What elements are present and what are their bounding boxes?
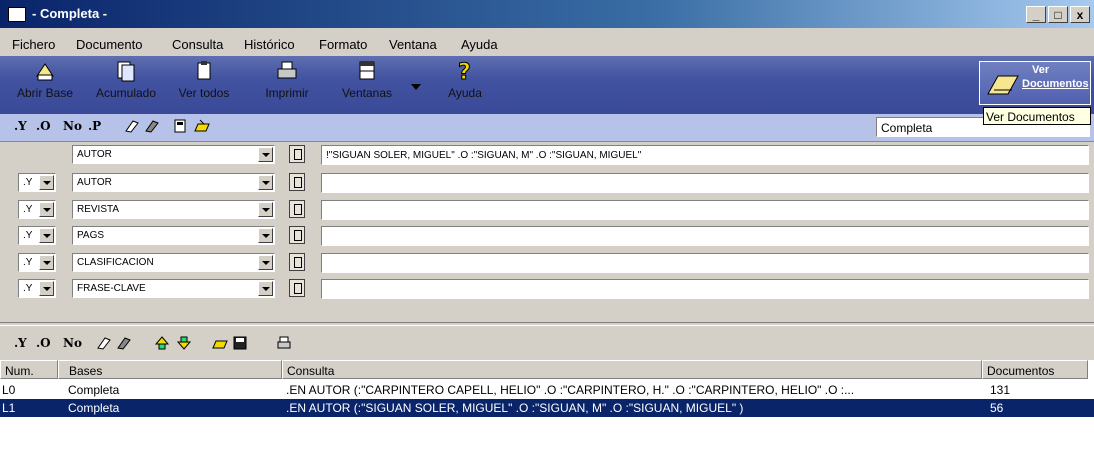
eraser-icon[interactable] — [96, 336, 112, 350]
title-bar: - Completa - _ □ x — [0, 0, 1094, 28]
calculator-icon[interactable] — [172, 119, 188, 133]
clipboard-icon[interactable] — [289, 253, 305, 271]
folder-open-icon[interactable] — [212, 336, 228, 350]
ver-documentos-button[interactable]: Ver Documentos — [979, 61, 1091, 105]
menu-ventana[interactable]: Ventana — [389, 37, 437, 52]
operators-toolbar: .Y .O No .P Completa — [0, 114, 1094, 142]
ver-documentos-tooltip: Ver Documentos — [983, 107, 1091, 125]
op-y-button[interactable]: .Y — [14, 119, 27, 133]
table-row-selected[interactable]: L1 Completa .EN AUTOR (:"SIGUAN SOLER, M… — [0, 399, 1094, 417]
field-select-1[interactable]: AUTOR — [72, 145, 275, 164]
app-icon[interactable] — [8, 7, 26, 22]
table-row[interactable]: L0 Completa .EN AUTOR (:"CARPINTERO CAPE… — [0, 381, 1094, 399]
menu-consulta[interactable]: Consulta — [172, 37, 223, 52]
query-value-1[interactable]: !"SIGUAN SOLER, MIGUEL" .O :"SIGUAN, M" … — [321, 145, 1089, 165]
main-toolbar: Abrir Base Acumulado Ver todos Imprimir … — [0, 56, 1094, 114]
hist-op-y-button[interactable]: .Y — [14, 336, 27, 350]
chevron-down-icon[interactable] — [258, 255, 273, 270]
move-up-icon[interactable] — [154, 336, 170, 350]
clipboard-icon[interactable] — [289, 200, 305, 218]
svg-text:?: ? — [458, 60, 471, 82]
ventanas-dropdown-arrow[interactable] — [408, 80, 424, 94]
operator-select-5[interactable]: .Y — [18, 253, 56, 272]
op-p-button[interactable]: .P — [88, 119, 101, 133]
query-value-2[interactable] — [321, 173, 1089, 193]
hist-op-no-button[interactable]: No — [63, 336, 82, 350]
col-header-num[interactable]: Num. — [0, 360, 58, 379]
divider — [0, 322, 1094, 326]
query-value-4[interactable] — [321, 226, 1089, 246]
menu-documento[interactable]: Documento — [76, 37, 142, 52]
acumulado-button[interactable]: Acumulado — [88, 60, 164, 100]
clipboard-icon[interactable] — [289, 173, 305, 191]
documents-icon — [115, 60, 137, 82]
abrir-base-button[interactable]: Abrir Base — [14, 60, 76, 100]
col-header-bases[interactable]: Bases — [58, 360, 282, 379]
ayuda-button[interactable]: ? Ayuda — [440, 60, 490, 101]
imprimir-button[interactable]: Imprimir — [256, 60, 318, 100]
history-toolbar: .Y .O No — [0, 330, 1094, 354]
chevron-down-icon[interactable] — [258, 147, 273, 162]
col-header-documentos[interactable]: Documentos — [982, 360, 1088, 379]
minimize-button[interactable]: _ — [1026, 6, 1046, 23]
chevron-down-icon[interactable] — [39, 202, 54, 217]
clipboard-icon[interactable] — [289, 226, 305, 244]
query-value-6[interactable] — [321, 279, 1089, 299]
field-select-3[interactable]: REVISTA — [72, 200, 275, 219]
query-value-3[interactable] — [321, 200, 1089, 220]
menu-ayuda[interactable]: Ayuda — [461, 37, 498, 52]
eraser-all-icon[interactable] — [116, 336, 132, 350]
menu-historico[interactable]: Histórico — [244, 37, 295, 52]
close-button[interactable]: x — [1070, 6, 1090, 23]
operator-select-2[interactable]: .Y — [18, 173, 56, 192]
book-icon — [987, 75, 1019, 95]
chevron-down-icon[interactable] — [39, 255, 54, 270]
chevron-down-icon[interactable] — [258, 175, 273, 190]
eraser-all-icon[interactable] — [144, 119, 160, 133]
hist-op-o-button[interactable]: .O — [36, 336, 51, 350]
ventanas-button[interactable]: Ventanas — [336, 60, 398, 100]
field-select-4[interactable]: PAGS — [72, 226, 275, 245]
menu-fichero[interactable]: Fichero — [12, 37, 55, 52]
chevron-down-icon[interactable] — [258, 202, 273, 217]
field-select-5[interactable]: CLASIFICACION — [72, 253, 275, 272]
chevron-down-icon[interactable] — [39, 281, 54, 296]
chevron-down-icon[interactable] — [39, 175, 54, 190]
printer-icon[interactable] — [276, 336, 292, 350]
view-all-icon — [193, 60, 215, 82]
menu-formato[interactable]: Formato — [319, 37, 367, 52]
ver-todos-button[interactable]: Ver todos — [174, 60, 234, 100]
history-list: Num. Bases Consulta Documentos L0 Comple… — [0, 360, 1094, 472]
clipboard-icon[interactable] — [289, 279, 305, 297]
save-icon[interactable] — [232, 336, 248, 350]
open-query-icon[interactable] — [194, 119, 210, 133]
operator-select-6[interactable]: .Y — [18, 279, 56, 298]
eraser-icon[interactable] — [124, 119, 140, 133]
op-o-button[interactable]: .O — [36, 119, 51, 133]
field-select-6[interactable]: FRASE-CLAVE — [72, 279, 275, 298]
chevron-down-icon[interactable] — [258, 228, 273, 243]
move-down-icon[interactable] — [176, 336, 192, 350]
clipboard-icon[interactable] — [289, 145, 305, 163]
printer-icon — [276, 60, 298, 82]
op-no-button[interactable]: No — [63, 119, 82, 133]
maximize-button[interactable]: □ — [1048, 6, 1068, 23]
chevron-down-icon[interactable] — [258, 281, 273, 296]
query-value-5[interactable] — [321, 253, 1089, 273]
open-base-icon — [34, 60, 56, 82]
window-title: - Completa - — [32, 6, 108, 21]
operator-select-4[interactable]: .Y — [18, 226, 56, 245]
col-header-consulta[interactable]: Consulta — [282, 360, 982, 379]
menu-bar: Fichero Documento Consulta Histórico For… — [0, 32, 1094, 56]
help-icon: ? — [454, 60, 476, 86]
chevron-down-icon[interactable] — [39, 228, 54, 243]
windows-icon — [356, 60, 378, 82]
field-select-2[interactable]: AUTOR — [72, 173, 275, 192]
operator-select-3[interactable]: .Y — [18, 200, 56, 219]
